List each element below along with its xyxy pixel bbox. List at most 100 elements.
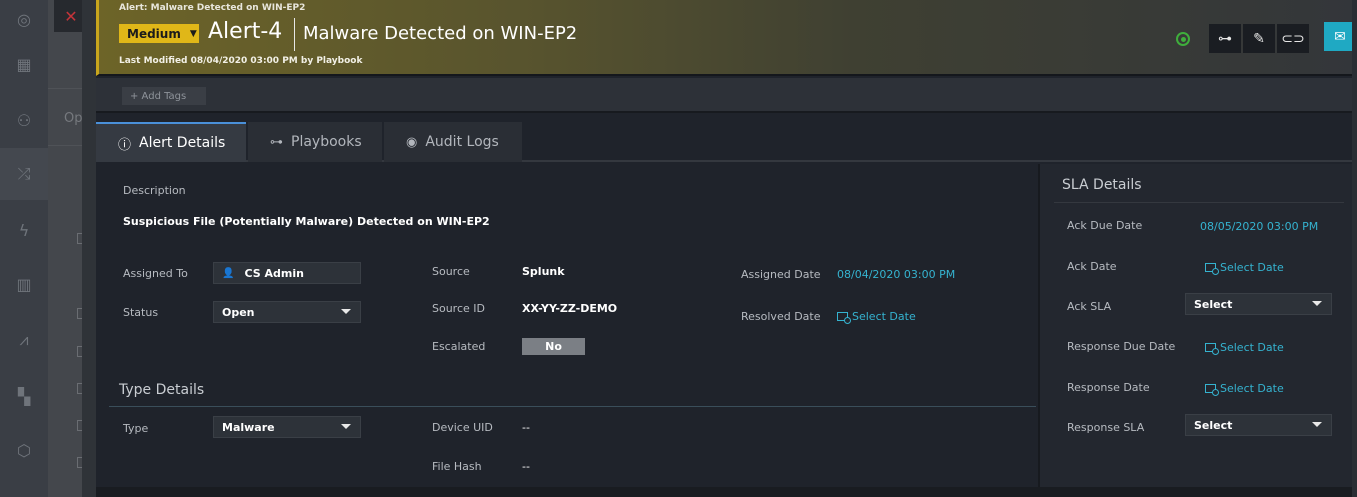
- escalated-label: Escalated: [432, 340, 486, 353]
- breadcrumb: Alert: Malware Detected on WIN-EP2: [119, 3, 306, 13]
- response-sla-label: Response SLA: [1067, 421, 1145, 434]
- description-label: Description: [123, 184, 186, 197]
- chart-icon[interactable]: ⩘: [12, 328, 36, 352]
- assigned-date-value[interactable]: 08/04/2020 03:00 PM: [837, 268, 955, 281]
- response-date-value: Select Date: [1220, 382, 1284, 395]
- alert-details-content: Description Suspicious File (Potentially…: [96, 164, 1357, 497]
- device-uid-label: Device UID: [432, 421, 493, 434]
- calendar-clock-icon: [837, 312, 851, 324]
- device-uid-value: --: [522, 421, 530, 434]
- response-due-picker[interactable]: Select Date: [1205, 341, 1284, 355]
- type-value: Malware: [222, 420, 275, 434]
- tab-audit-logs[interactable]: ◉ Audit Logs: [384, 122, 522, 162]
- flow-icon: ⊶: [1218, 30, 1232, 47]
- assigned-to-field[interactable]: 👤 CS Admin: [213, 262, 361, 284]
- tab-bar: ⓘ Alert Details ⊶ Playbooks ◉ Audit Logs: [96, 122, 1357, 162]
- ack-sla-value: Select: [1194, 297, 1233, 311]
- sla-title: SLA Details: [1062, 177, 1142, 193]
- ack-due-label: Ack Due Date: [1067, 219, 1143, 232]
- file-hash-value: --: [522, 460, 530, 473]
- resolved-date-label: Resolved Date: [741, 310, 821, 323]
- alert-modal: Alert: Malware Detected on WIN-EP2 Mediu…: [96, 0, 1357, 497]
- assigned-date-label: Assigned Date: [741, 268, 821, 281]
- response-due-label: Response Due Date: [1067, 340, 1176, 353]
- ack-date-picker[interactable]: Select Date: [1205, 261, 1284, 275]
- bottom-bar: [96, 487, 1357, 497]
- resolved-date-value: Select Date: [852, 310, 916, 323]
- assigned-to-label: Assigned To: [123, 267, 188, 280]
- alert-title[interactable]: Malware Detected on WIN-EP2: [303, 23, 577, 44]
- description-value: Suspicious File (Potentially Malware) De…: [123, 215, 490, 228]
- tag-bar: + Add Tags: [96, 78, 1357, 113]
- dashboard-logo-icon[interactable]: ◎: [12, 7, 36, 31]
- type-details-title: Type Details: [119, 382, 205, 398]
- response-sla-value: Select: [1194, 418, 1233, 432]
- resolved-date-picker[interactable]: Select Date: [837, 310, 916, 324]
- edit-button[interactable]: ✎: [1243, 24, 1275, 53]
- app-sidebar: ◎ ▦ ⚇ ⤮ ϟ ▥ ⩘ ▚ ⬡: [0, 0, 48, 497]
- chevron-down-icon: [1312, 422, 1322, 427]
- source-id-label: Source ID: [432, 302, 485, 315]
- ack-sla-label: Ack SLA: [1067, 300, 1112, 313]
- source-id-value: XX-YY-ZZ-DEMO: [522, 302, 618, 315]
- ack-date-label: Ack Date: [1067, 260, 1117, 273]
- calendar-clock-icon: [1205, 384, 1219, 396]
- response-sla-select[interactable]: Select: [1185, 414, 1332, 436]
- divider: [1054, 202, 1344, 203]
- tab-label: Audit Logs: [425, 134, 499, 150]
- apps-icon[interactable]: ▚: [12, 384, 36, 408]
- status-value: Open: [222, 305, 255, 319]
- ack-date-value: Select Date: [1220, 261, 1284, 274]
- escalated-toggle[interactable]: No: [522, 338, 585, 355]
- assigned-to-value: CS Admin: [244, 266, 304, 280]
- divider: [294, 18, 295, 51]
- chat-icon: ✉: [1334, 28, 1346, 45]
- chevron-down-icon: [341, 424, 351, 429]
- sla-panel: SLA Details Ack Due Date 08/05/2020 03:0…: [1038, 164, 1357, 497]
- bolt-icon[interactable]: ϟ: [12, 218, 36, 242]
- caret-down-icon: ▼: [189, 28, 197, 39]
- link-button[interactable]: ⊂⊃: [1277, 24, 1309, 53]
- source-value: Splunk: [522, 265, 565, 278]
- add-tags-button[interactable]: + Add Tags: [122, 87, 206, 105]
- ack-sla-select[interactable]: Select: [1185, 293, 1332, 315]
- type-select[interactable]: Malware: [213, 416, 361, 438]
- tab-playbooks[interactable]: ⊶ Playbooks: [248, 122, 382, 162]
- ack-due-value[interactable]: 08/05/2020 03:00 PM: [1200, 220, 1318, 233]
- modal-shadow: [82, 0, 96, 497]
- calendar-clock-icon: [1205, 343, 1219, 355]
- severity-label: Medium: [127, 26, 181, 41]
- status-label: Status: [123, 306, 159, 319]
- source-label: Source: [432, 265, 470, 278]
- status-indicator-icon: [1176, 32, 1190, 46]
- response-due-value: Select Date: [1220, 341, 1284, 354]
- scrollbar[interactable]: [1352, 0, 1357, 497]
- users-icon[interactable]: ⚇: [12, 108, 36, 132]
- building-icon[interactable]: ▥: [12, 272, 36, 296]
- user-icon: 👤: [222, 267, 235, 279]
- settings-hex-icon[interactable]: ⬡: [12, 438, 36, 462]
- type-label: Type: [123, 422, 149, 435]
- chevron-down-icon: [341, 309, 351, 314]
- file-hash-label: File Hash: [432, 460, 482, 473]
- tab-label: Playbooks: [291, 134, 362, 150]
- calendar-clock-icon: [1205, 263, 1219, 275]
- last-modified: Last Modified 08/04/2020 03:00 PM by Pla…: [119, 56, 363, 66]
- divider: [109, 406, 1036, 407]
- chevron-down-icon: [1312, 301, 1322, 306]
- tab-label: Alert Details: [139, 135, 226, 151]
- grid-icon[interactable]: ▦: [12, 52, 36, 76]
- tab-alert-details[interactable]: ⓘ Alert Details: [96, 122, 246, 162]
- playbook-icon: ⊶: [270, 134, 283, 150]
- response-date-picker[interactable]: Select Date: [1205, 382, 1284, 396]
- playbook-button[interactable]: ⊶: [1209, 24, 1241, 53]
- status-select[interactable]: Open: [213, 301, 361, 323]
- pencil-icon: ✎: [1253, 30, 1265, 47]
- shuffle-icon[interactable]: ⤮: [0, 148, 48, 200]
- alert-header: Alert: Malware Detected on WIN-EP2 Mediu…: [96, 0, 1357, 76]
- link-icon: ⊂⊃: [1281, 30, 1305, 47]
- eye-icon: ◉: [406, 134, 418, 150]
- info-icon: ⓘ: [118, 137, 132, 153]
- severity-dropdown[interactable]: Medium ▼: [119, 24, 199, 43]
- alert-id: Alert-4: [208, 19, 283, 44]
